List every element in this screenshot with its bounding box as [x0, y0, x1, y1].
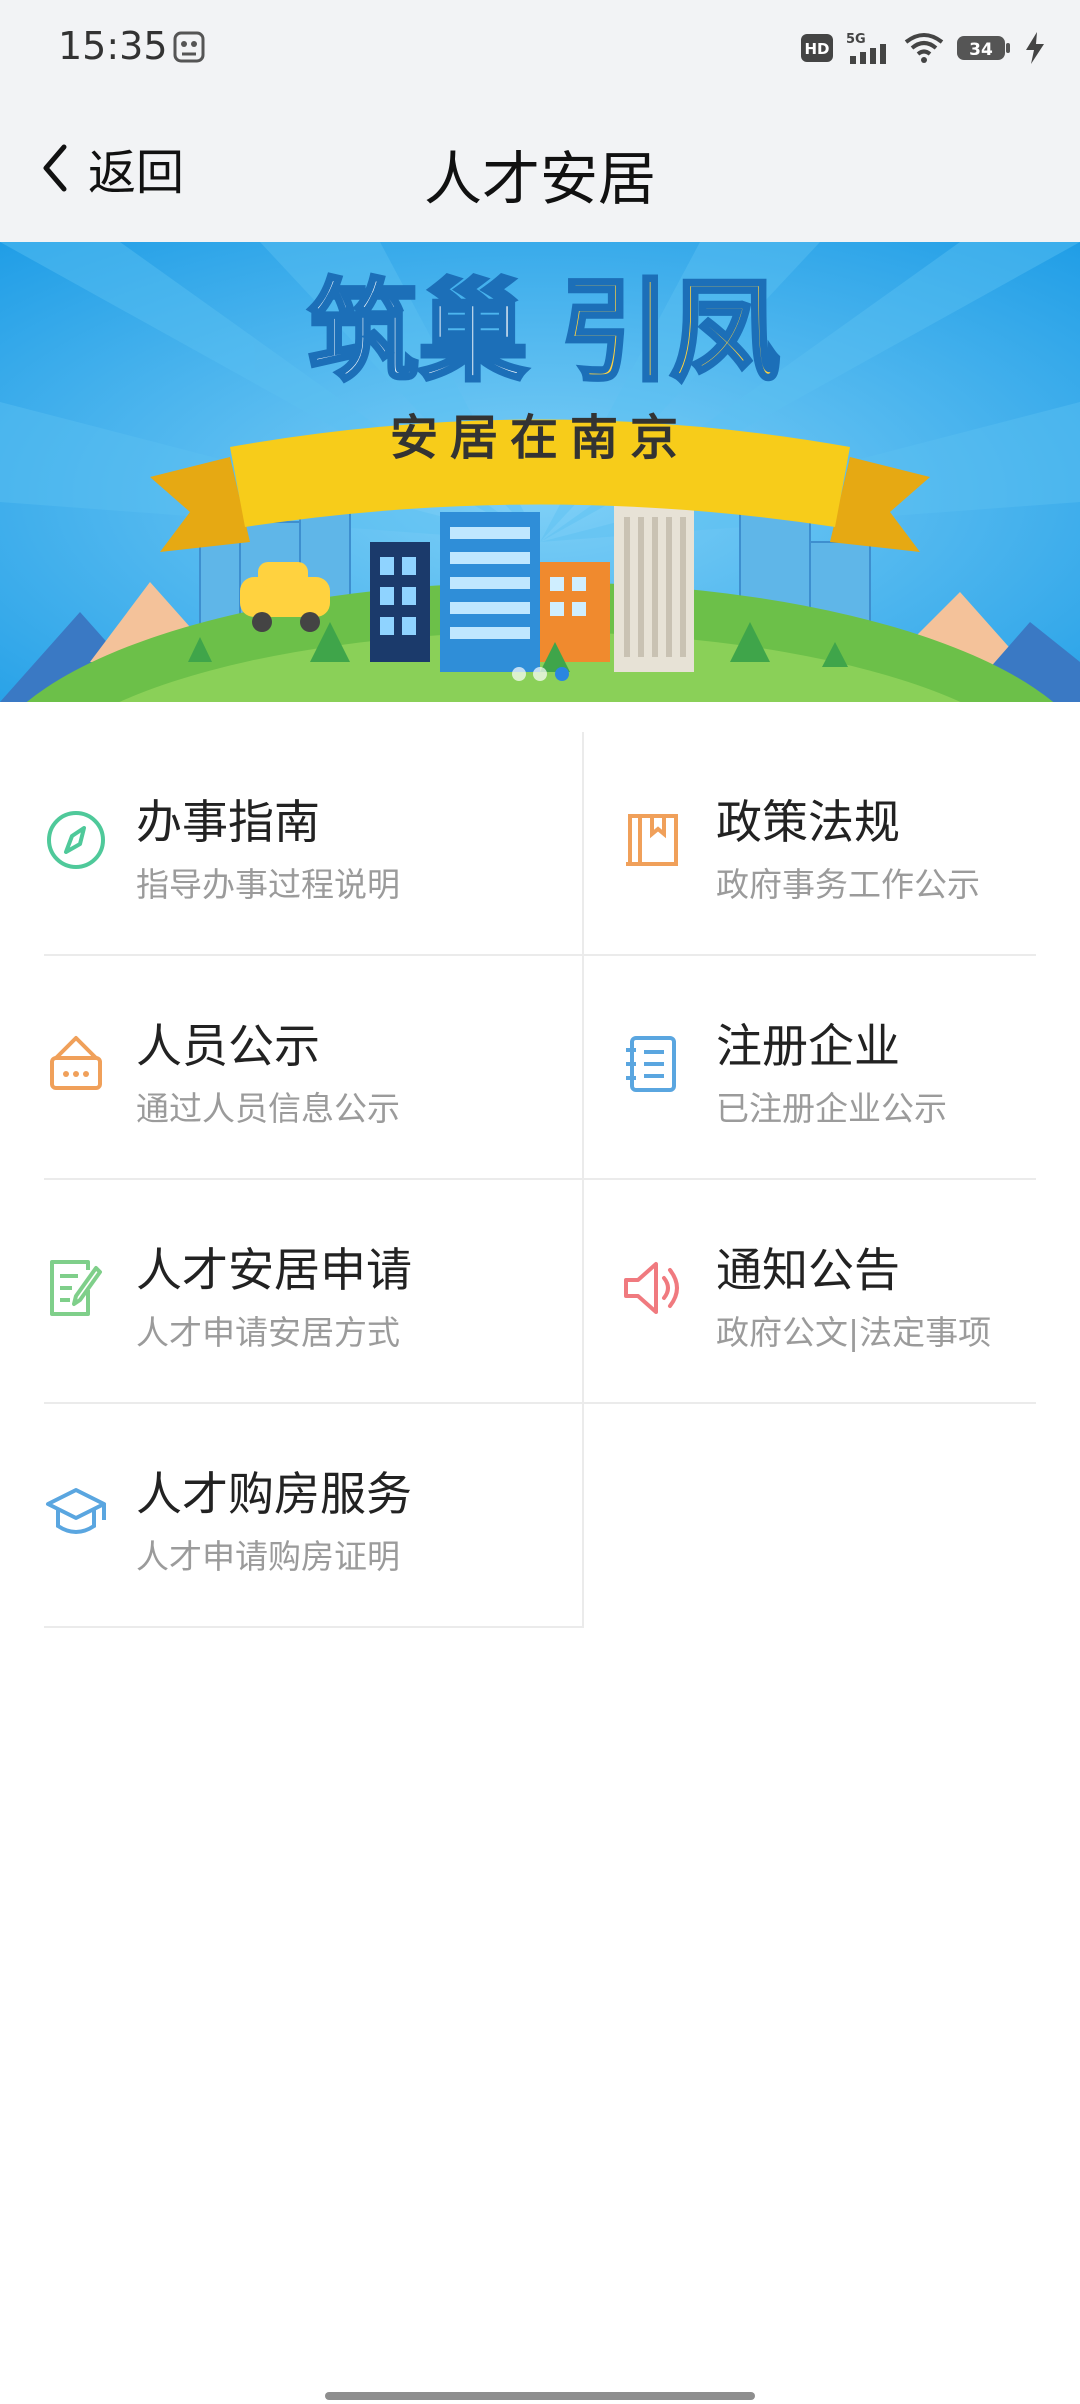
menu-item-title: 注册企业 [716, 1019, 900, 1073]
carousel-dot[interactable] [533, 667, 547, 681]
charging-icon [1026, 32, 1044, 64]
menu-item-subtitle: 政府公文|法定事项 [716, 1313, 992, 1352]
wifi-icon [904, 33, 944, 63]
menu-item-enterprises[interactable]: 注册企业 已注册企业公示 [584, 956, 1036, 1180]
speaker-icon [624, 1262, 679, 1314]
svg-text:HD: HD [804, 40, 829, 58]
menu-item-title: 人才安居申请 [136, 1243, 412, 1297]
banner-carousel[interactable]: 安居在南京 筑巢 引凤 [0, 242, 1080, 702]
carousel-dot[interactable] [512, 667, 526, 681]
screenshot-icon [173, 31, 205, 63]
banner-headline-1: 筑巢 [308, 268, 528, 396]
menu-item-announcements[interactable]: 通知公告 政府公文|法定事项 [584, 1180, 1036, 1404]
menu-item-subtitle: 已注册企业公示 [716, 1089, 947, 1128]
page-title: 人才安居 [423, 145, 656, 213]
menu-item-personnel[interactable]: 人员公示 通过人员信息公示 [44, 956, 584, 1180]
menu-item-guide[interactable]: 办事指南 指导办事过程说明 [44, 732, 584, 956]
hd-icon: HD [801, 34, 833, 62]
home-indicator[interactable] [325, 2392, 755, 2400]
menu-item-subtitle: 人才申请安居方式 [136, 1313, 400, 1352]
menu-item-home-purchase[interactable]: 人才购房服务 人才申请购房证明 [44, 1404, 584, 1628]
menu-item-policy[interactable]: 政策法规 政府事务工作公示 [584, 732, 1036, 956]
menu-item-title: 通知公告 [716, 1243, 900, 1297]
nav-bar: 返回 人才安居 [0, 96, 1080, 242]
notebook-icon [626, 1036, 676, 1092]
menu-item-title: 政策法规 [716, 795, 900, 849]
menu-item-housing-application[interactable]: 人才安居申请 人才申请安居方式 [44, 1180, 584, 1404]
menu-item-subtitle: 人才申请购房证明 [136, 1537, 400, 1576]
banner-headline-2: 引凤 [560, 268, 780, 396]
banner-image: 安居在南京 筑巢 引凤 [0, 242, 1080, 702]
menu-item-title: 人员公示 [136, 1019, 320, 1073]
battery-level: 34 [969, 40, 993, 60]
carousel-dot-active[interactable] [555, 667, 569, 681]
status-bar: 15:35 HD 5G 34 [0, 0, 1080, 96]
menu-item-subtitle: 政府事务工作公示 [716, 865, 980, 904]
compass-icon [47, 811, 105, 869]
status-icons: HD 5G 34 [800, 26, 1046, 70]
signal-5g-icon: 5G [846, 32, 886, 64]
menu-item-subtitle: 指导办事过程说明 [136, 865, 400, 904]
graduation-cap-icon [46, 1488, 106, 1534]
menu-item-title: 办事指南 [136, 795, 320, 849]
menu-item-subtitle: 通过人员信息公示 [136, 1089, 400, 1128]
banner-ribbon-text: 安居在南京 [390, 410, 690, 466]
menu-grid: 办事指南 指导办事过程说明 政策法规 政府事务工作公示 人员公示 通过人员信息公… [44, 732, 1036, 1628]
battery-icon: 34 [957, 36, 1010, 60]
form-edit-icon [50, 1260, 102, 1316]
status-time: 15:35 [58, 24, 168, 68]
menu-item-title: 人才购房服务 [136, 1467, 412, 1521]
book-icon [626, 814, 678, 866]
network-label: 5G [846, 32, 866, 47]
signboard-icon [50, 1036, 102, 1090]
